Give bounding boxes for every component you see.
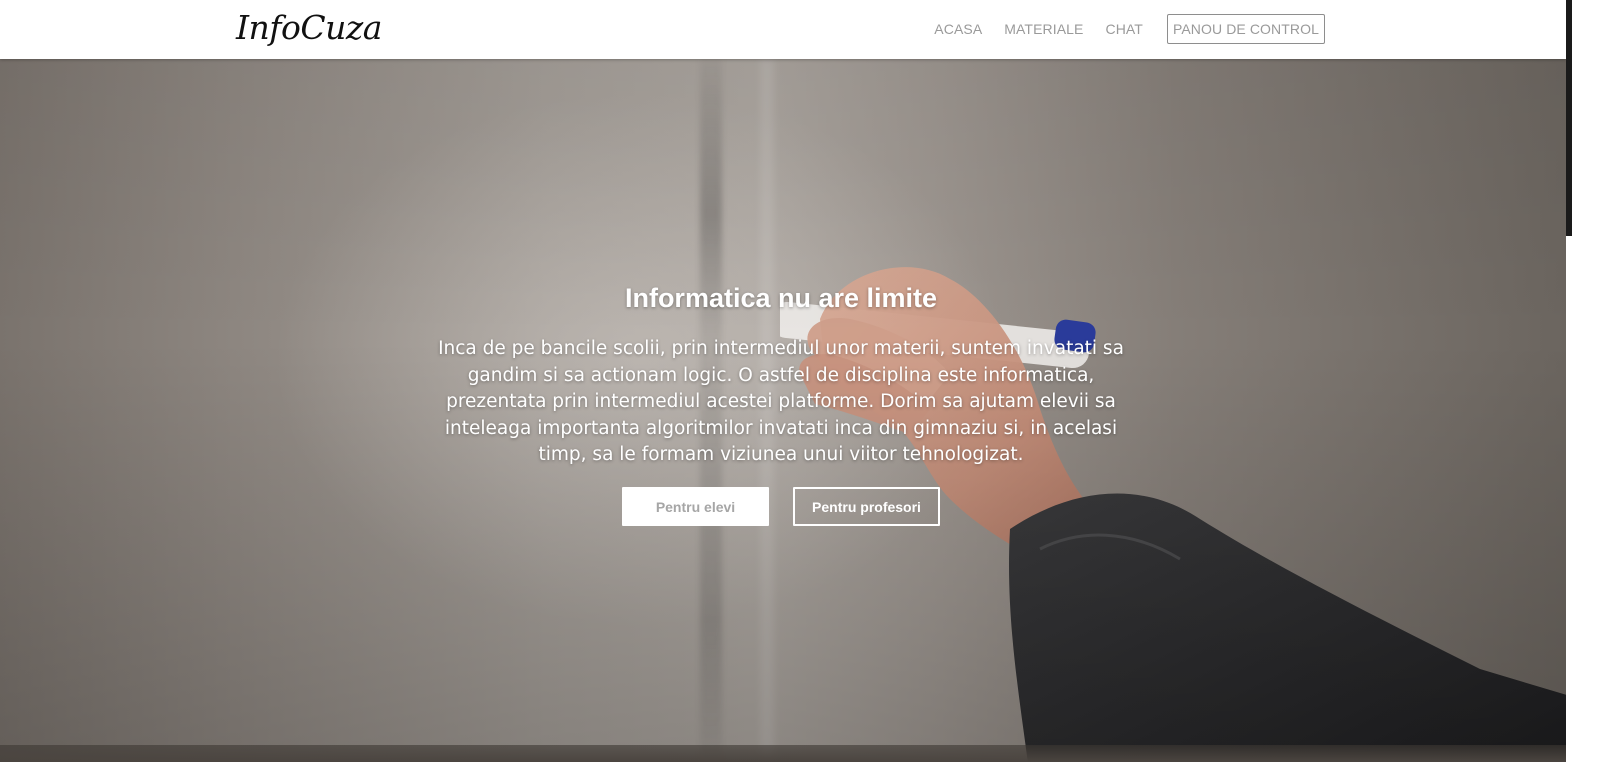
nav-links: ACASA MATERIALE CHAT PANOU DE CONTROL bbox=[923, 14, 1325, 44]
nav-link-panou-de-control[interactable]: PANOU DE CONTROL bbox=[1166, 14, 1325, 44]
hero-content: Informatica nu are limite Inca de pe ban… bbox=[0, 59, 1562, 762]
nav-link-chat[interactable]: CHAT bbox=[1094, 14, 1153, 44]
for-teachers-button[interactable]: Pentru profesori bbox=[793, 487, 940, 526]
hero-title: Informatica nu are limite bbox=[624, 283, 938, 313]
page: InfoCuza ACASA MATERIALE CHAT PANOU DE C… bbox=[0, 0, 1600, 762]
hero-section: Informatica nu are limite Inca de pe ban… bbox=[0, 59, 1566, 762]
scrollbar-thumb[interactable] bbox=[1566, 0, 1572, 236]
brand-logo[interactable]: InfoCuza bbox=[236, 8, 382, 47]
nav-link-acasa[interactable]: ACASA bbox=[923, 14, 993, 44]
hero-description: Inca de pe bancile scolii, prin intermed… bbox=[438, 338, 1124, 465]
nav-link-materiale[interactable]: MATERIALE bbox=[993, 14, 1094, 44]
top-navbar: InfoCuza ACASA MATERIALE CHAT PANOU DE C… bbox=[0, 0, 1566, 59]
bottom-edge bbox=[0, 745, 1566, 762]
for-students-button[interactable]: Pentru elevi bbox=[622, 487, 769, 526]
page-scrollbar[interactable] bbox=[1566, 0, 1600, 762]
